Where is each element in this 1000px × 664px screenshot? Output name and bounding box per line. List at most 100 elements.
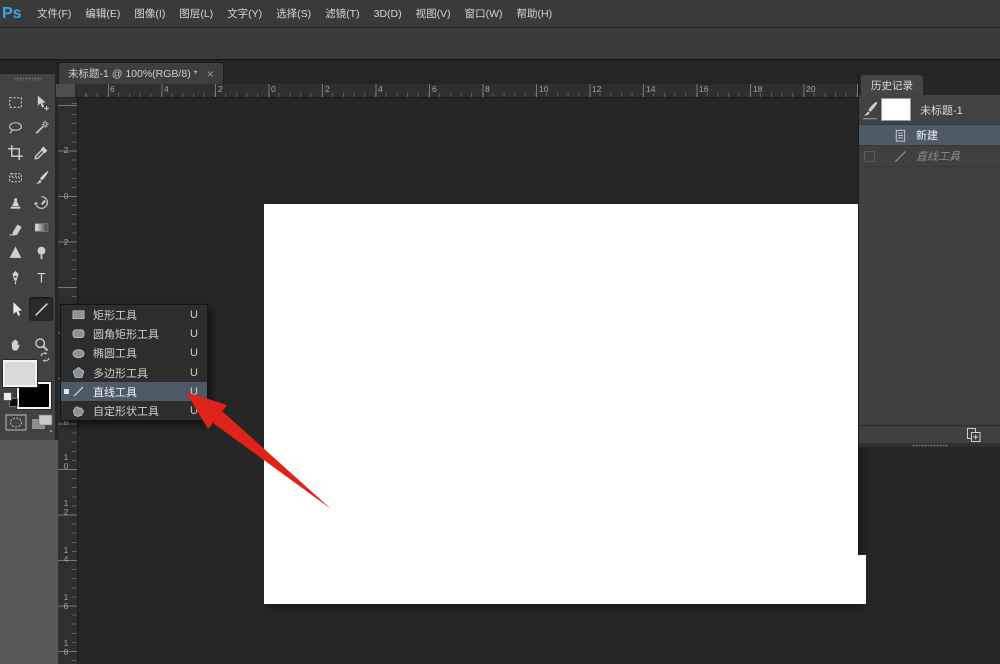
tool-type-button[interactable]: T xyxy=(29,265,53,289)
tool-gradient-button[interactable] xyxy=(29,215,53,239)
close-icon[interactable]: × xyxy=(207,67,214,81)
tool-hand-button[interactable] xyxy=(3,332,27,356)
shape-tools-flyout-menu: 矩形工具U圆角矩形工具U椭圆工具U多边形工具U直线工具U自定形状工具U xyxy=(60,304,208,421)
photoshop-window: Ps 文件(F)编辑(E)图像(I)图层(L)文字(Y)选择(S)滤镜(T)3D… xyxy=(0,0,1000,664)
ruler-label: 8 xyxy=(485,85,490,94)
brush-icon xyxy=(33,169,50,186)
panel-resize-handle[interactable] xyxy=(859,443,1000,447)
tool-history-brush-button[interactable] xyxy=(29,190,53,214)
tool-path-select-button[interactable] xyxy=(3,297,27,321)
screen-mode-icon[interactable] xyxy=(30,413,54,432)
flyout-item-label: 直线工具 xyxy=(93,384,137,400)
lasso-icon xyxy=(7,119,24,136)
shortcut-key: U xyxy=(190,386,198,398)
tool-crop-button[interactable] xyxy=(3,140,27,164)
tool-lasso-button[interactable] xyxy=(3,115,27,139)
menu-item-8[interactable]: 视图(V) xyxy=(409,0,458,27)
ellipse-icon xyxy=(71,347,86,360)
tool-brush-button[interactable] xyxy=(29,165,53,189)
menu-item-1[interactable]: 编辑(E) xyxy=(78,0,127,27)
menu-item-9[interactable]: 窗口(W) xyxy=(458,0,510,27)
quick-mask-icon[interactable] xyxy=(4,413,28,432)
ruler-label: 10 xyxy=(539,85,548,94)
document-icon xyxy=(893,128,908,143)
menu-item-0[interactable]: 文件(F) xyxy=(30,0,78,27)
line-tool-icon xyxy=(71,385,86,398)
ruler-label: 2 xyxy=(325,85,330,94)
ruler-label: 2 xyxy=(218,85,223,94)
menu-item-2[interactable]: 图像(I) xyxy=(127,0,172,27)
ruler-label: 16 xyxy=(60,593,72,611)
grip-dots-icon xyxy=(912,444,948,447)
default-colors-icon[interactable] xyxy=(3,392,12,401)
shortcut-key: U xyxy=(190,309,198,321)
ruler-label: 0 xyxy=(60,192,72,201)
history-panel: 历史记录 未标题-1新建直线工具 xyxy=(858,75,1000,447)
tools-panel-empty-area xyxy=(0,440,58,664)
clone-stamp-icon xyxy=(7,194,24,211)
new-from-state-icon[interactable] xyxy=(963,427,982,443)
tool-line-tool-button[interactable] xyxy=(29,297,53,321)
menu-item-5[interactable]: 选择(S) xyxy=(269,0,318,27)
flyout-item-2[interactable]: 椭圆工具U xyxy=(61,344,207,363)
photoshop-logo: Ps xyxy=(2,5,30,23)
hand-icon xyxy=(7,336,24,353)
flyout-item-label: 椭圆工具 xyxy=(93,345,137,361)
type-icon: T xyxy=(33,269,50,286)
tool-patch-button[interactable] xyxy=(3,165,27,189)
tool-pen-button[interactable] xyxy=(3,265,27,289)
document-canvas[interactable] xyxy=(264,204,858,604)
swap-colors-icon[interactable] xyxy=(38,350,52,364)
panel-grip[interactable] xyxy=(13,77,43,81)
ruler-label: 2 xyxy=(60,238,72,247)
ruler-label: 12 xyxy=(592,85,601,94)
path-select-icon xyxy=(7,301,24,318)
menu-item-3[interactable]: 图层(L) xyxy=(172,0,220,27)
menubar: Ps 文件(F)编辑(E)图像(I)图层(L)文字(Y)选择(S)滤镜(T)3D… xyxy=(0,0,1000,28)
ruler-label: 4 xyxy=(378,85,383,94)
menu-item-7[interactable]: 3D(D) xyxy=(367,0,409,27)
custom-shape-icon xyxy=(71,405,86,418)
history-entry-1[interactable]: 新建 xyxy=(859,125,1000,146)
tool-blur-button[interactable] xyxy=(3,240,27,264)
history-source-well[interactable] xyxy=(859,130,879,141)
flyout-item-3[interactable]: 多边形工具U xyxy=(61,363,207,382)
menu-item-10[interactable]: 帮助(H) xyxy=(510,0,560,27)
ruler-label: 4 xyxy=(164,85,169,94)
tool-clone-stamp-button[interactable] xyxy=(3,190,27,214)
crop-icon xyxy=(7,144,24,161)
menu-item-6[interactable]: 滤镜(T) xyxy=(318,0,366,27)
tool-dodge-button[interactable] xyxy=(29,240,53,264)
tool-eyedropper-button[interactable] xyxy=(29,140,53,164)
patch-icon xyxy=(7,169,24,186)
line-icon xyxy=(893,149,908,164)
flyout-item-1[interactable]: 圆角矩形工具U xyxy=(61,324,207,343)
dodge-icon xyxy=(33,244,50,261)
history-panel-header: 历史记录 xyxy=(859,75,1000,95)
tab-history[interactable]: 历史记录 xyxy=(861,75,923,95)
gradient-icon xyxy=(33,219,50,236)
menu-item-4[interactable]: 文字(Y) xyxy=(220,0,269,27)
options-bar: 形状 填充： 描边： 4.96 点 W: H: xyxy=(0,28,1000,60)
tool-move-button[interactable] xyxy=(29,90,53,114)
history-list: 未标题-1新建直线工具 xyxy=(859,95,1000,425)
ruler-label: 6 xyxy=(432,85,437,94)
tool-eraser-button[interactable] xyxy=(3,215,27,239)
snapshot-brush-icon[interactable] xyxy=(859,99,881,121)
ruler-label: 12 xyxy=(60,499,72,517)
polygon-icon xyxy=(71,366,86,379)
document-tab[interactable]: 未标题-1 @ 100%(RGB/8) * × xyxy=(58,62,224,84)
tool-magic-wand-button[interactable] xyxy=(29,115,53,139)
svg-text:T: T xyxy=(37,269,46,285)
history-entry-0[interactable]: 未标题-1 xyxy=(859,95,1000,125)
ruler-label: 14 xyxy=(646,85,655,94)
history-entry-2[interactable]: 直线工具 xyxy=(859,146,1000,167)
history-source-well[interactable] xyxy=(859,151,879,162)
flyout-item-4[interactable]: 直线工具 U xyxy=(61,382,207,401)
foreground-color-swatch[interactable] xyxy=(3,360,37,387)
tools-panel: T xyxy=(0,74,56,440)
flyout-item-5[interactable]: 自定形状工具U xyxy=(61,401,207,420)
eraser-icon xyxy=(7,219,24,236)
tool-marquee-button[interactable] xyxy=(3,90,27,114)
flyout-item-0[interactable]: 矩形工具U xyxy=(61,305,207,324)
